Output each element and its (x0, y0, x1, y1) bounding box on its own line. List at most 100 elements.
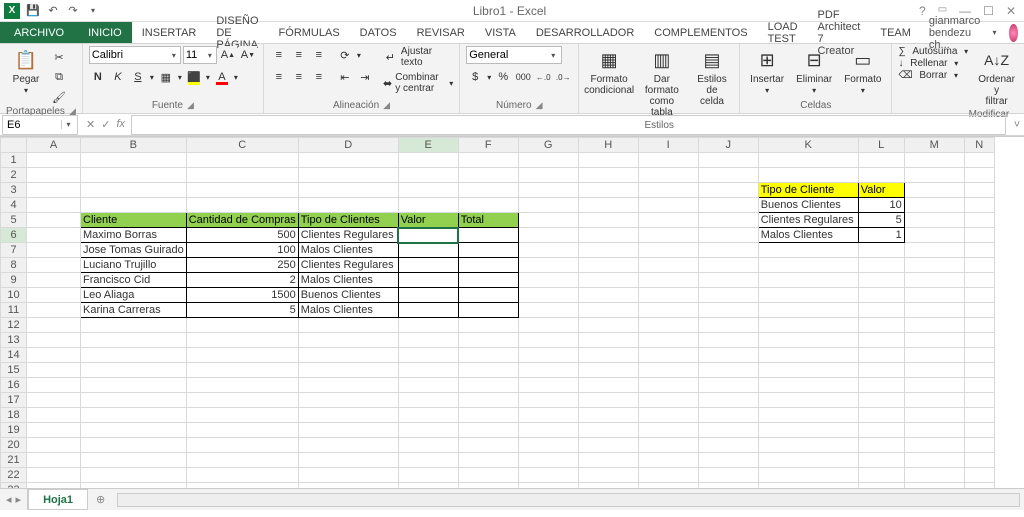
cell[interactable] (698, 318, 758, 333)
cell[interactable] (186, 153, 298, 168)
cell[interactable] (518, 483, 578, 489)
cell[interactable] (27, 483, 81, 489)
addon-icon[interactable] (1009, 24, 1018, 42)
cell[interactable] (904, 363, 964, 378)
cell[interactable] (518, 363, 578, 378)
cell[interactable] (638, 333, 698, 348)
formula-input[interactable] (131, 115, 1006, 135)
col-header-J[interactable]: J (698, 138, 758, 153)
cell[interactable] (398, 363, 458, 378)
cell[interactable] (858, 393, 904, 408)
fill-color-icon[interactable]: ⬛ (185, 68, 203, 86)
cell[interactable] (698, 438, 758, 453)
cell[interactable] (578, 273, 638, 288)
name-box[interactable]: ▾ (2, 115, 78, 135)
cell[interactable] (27, 288, 81, 303)
cell[interactable] (964, 288, 994, 303)
cell[interactable]: Clientes Regulares (298, 258, 398, 273)
col-header-A[interactable]: A (27, 138, 81, 153)
user-account[interactable]: gianmarco bendezu ch...▾ (921, 22, 1005, 43)
cell[interactable] (964, 483, 994, 489)
cell[interactable] (81, 363, 187, 378)
accounting-menu-icon[interactable]: ▾ (486, 68, 492, 86)
cell[interactable] (458, 393, 518, 408)
cell[interactable] (298, 423, 398, 438)
row-header-1[interactable]: 1 (1, 153, 27, 168)
cell[interactable] (858, 408, 904, 423)
cell[interactable] (638, 393, 698, 408)
cell[interactable] (578, 303, 638, 318)
cell[interactable] (578, 468, 638, 483)
underline-menu-icon[interactable]: ▾ (149, 68, 155, 86)
cell[interactable] (758, 378, 858, 393)
cell[interactable] (458, 408, 518, 423)
row-header-4[interactable]: 4 (1, 198, 27, 213)
cell[interactable] (458, 348, 518, 363)
cell[interactable] (578, 168, 638, 183)
cell[interactable] (578, 378, 638, 393)
cell[interactable] (81, 348, 187, 363)
tab-insertar[interactable]: INSERTAR (132, 22, 207, 43)
shrink-font-icon[interactable]: A▼ (239, 46, 257, 64)
cell[interactable] (27, 393, 81, 408)
cell[interactable] (398, 483, 458, 489)
cell[interactable] (398, 243, 458, 258)
expand-formula-bar-icon[interactable]: ˅ (1010, 119, 1024, 131)
cell[interactable] (518, 198, 578, 213)
cell[interactable] (81, 318, 187, 333)
number-format-combo[interactable]: ▾ (466, 46, 562, 64)
cell[interactable] (398, 198, 458, 213)
orientation-icon[interactable]: ⟳ (336, 46, 354, 64)
cell[interactable] (698, 288, 758, 303)
cell[interactable] (518, 408, 578, 423)
row-header-7[interactable]: 7 (1, 243, 27, 258)
cell[interactable] (698, 243, 758, 258)
cell[interactable] (398, 183, 458, 198)
cell[interactable] (964, 438, 994, 453)
align-dialog-icon[interactable]: ◢ (383, 100, 390, 111)
cell[interactable] (964, 228, 994, 243)
tab-revisar[interactable]: REVISAR (407, 22, 475, 43)
cell[interactable] (698, 348, 758, 363)
cell[interactable] (458, 258, 518, 273)
cell[interactable] (518, 348, 578, 363)
cell[interactable] (27, 363, 81, 378)
cell[interactable] (27, 453, 81, 468)
cell[interactable] (186, 348, 298, 363)
select-all-corner[interactable] (1, 138, 27, 153)
decrease-indent-icon[interactable]: ⇤ (336, 68, 354, 86)
cell[interactable] (398, 393, 458, 408)
cell[interactable] (638, 453, 698, 468)
cell[interactable] (858, 468, 904, 483)
cell[interactable] (458, 318, 518, 333)
cell[interactable] (518, 438, 578, 453)
borders-icon[interactable]: ▦ (157, 68, 175, 86)
cell[interactable]: Malos Clientes (298, 303, 398, 318)
cell[interactable] (638, 303, 698, 318)
cell[interactable] (298, 408, 398, 423)
cell[interactable] (518, 288, 578, 303)
cell[interactable] (904, 258, 964, 273)
qat-customize-icon[interactable]: ▾ (86, 4, 100, 18)
cell[interactable] (758, 288, 858, 303)
cell[interactable] (964, 273, 994, 288)
cell[interactable] (638, 258, 698, 273)
cell[interactable] (518, 168, 578, 183)
cell[interactable] (858, 423, 904, 438)
cell[interactable] (638, 198, 698, 213)
cell[interactable] (758, 408, 858, 423)
save-icon[interactable]: 💾 (26, 4, 40, 18)
cell[interactable]: 5 (858, 213, 904, 228)
cell[interactable] (964, 453, 994, 468)
cell[interactable] (81, 168, 187, 183)
cell[interactable] (298, 453, 398, 468)
cell[interactable] (518, 273, 578, 288)
cell[interactable] (638, 468, 698, 483)
format-cells-button[interactable]: ▭Formato▾ (840, 46, 885, 98)
cell[interactable]: Clientes Regulares (758, 213, 858, 228)
cell[interactable] (81, 468, 187, 483)
cell[interactable] (858, 348, 904, 363)
cell[interactable] (578, 333, 638, 348)
cell[interactable] (458, 198, 518, 213)
align-middle-icon[interactable]: ≡ (290, 46, 308, 64)
